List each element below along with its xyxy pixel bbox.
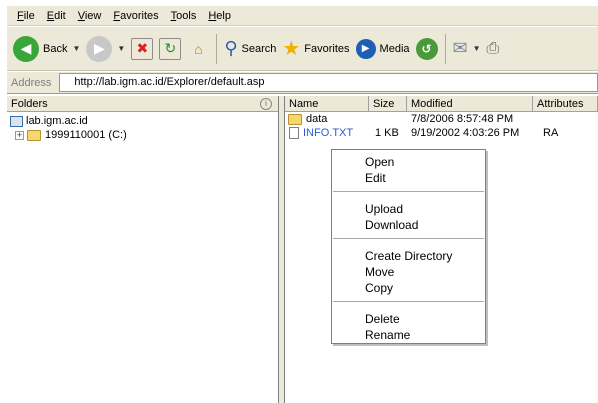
favorites-button[interactable]: ★ Favorites xyxy=(279,31,352,67)
refresh-icon: ↻ xyxy=(159,37,182,60)
search-label: Search xyxy=(241,42,277,55)
print-button[interactable]: ⎙ xyxy=(484,31,503,67)
file-modified: 7/8/2006 8:57:48 PM xyxy=(411,113,514,125)
folders-close-icon[interactable]: i xyxy=(260,97,272,110)
file-modified: 9/19/2002 4:03:26 PM xyxy=(411,127,520,139)
favorites-label: Favorites xyxy=(304,42,350,55)
folders-pane: Folders i lab.igm.ac.id + 1999110001 (C:… xyxy=(7,96,279,403)
menu-favorites[interactable]: Favorites xyxy=(107,10,164,22)
file-row-info-txt[interactable]: INFO.TXT 1 KB 9/19/2002 4:03:26 PM RA xyxy=(285,126,598,140)
media-button[interactable]: ▶ Media xyxy=(353,31,413,67)
stop-button[interactable]: ✖ xyxy=(128,31,156,67)
forward-arrow-icon: ▶ xyxy=(86,35,113,62)
mail-button[interactable]: ✉ ▼ xyxy=(450,31,484,67)
menu-item-open[interactable]: Open xyxy=(332,154,485,170)
menu-item-copy[interactable]: Copy xyxy=(332,280,485,296)
menu-item-delete[interactable]: Delete xyxy=(332,311,485,327)
mail-icon: ✉ xyxy=(452,38,468,58)
home-button[interactable]: ⌂ xyxy=(184,31,212,67)
folders-title: Folders xyxy=(11,97,48,110)
text-file-icon xyxy=(289,127,299,139)
explorer-window: File Edit View Favorites Tools Help ◀ Ba… xyxy=(7,6,598,403)
tree-root[interactable]: lab.igm.ac.id xyxy=(10,114,278,128)
menu-item-download[interactable]: Download xyxy=(332,217,485,233)
toolbar-separator xyxy=(444,33,446,64)
file-name: data xyxy=(306,113,328,125)
back-label: Back xyxy=(43,42,68,55)
folder-icon xyxy=(27,129,41,141)
file-row-data[interactable]: data 7/8/2006 8:57:48 PM xyxy=(285,112,598,126)
forward-button[interactable]: ▶ ▼ xyxy=(83,31,128,67)
back-button[interactable]: ◀ Back ▼ xyxy=(10,31,83,67)
back-dropdown-icon[interactable]: ▼ xyxy=(72,44,80,53)
media-icon: ▶ xyxy=(355,38,376,59)
expand-icon[interactable]: + xyxy=(15,130,24,140)
menu-item-create-directory[interactable]: Create Directory xyxy=(332,248,485,264)
address-input[interactable]: http://lab.igm.ac.id/Explorer/default.as… xyxy=(59,73,598,92)
folders-header: Folders i xyxy=(7,96,278,112)
menu-bar: File Edit View Favorites Tools Help xyxy=(7,6,598,26)
column-attributes[interactable]: Attributes xyxy=(533,96,598,112)
menu-item-edit[interactable]: Edit xyxy=(332,170,485,186)
search-button[interactable]: ⚲ Search xyxy=(221,31,279,67)
file-attributes: RA xyxy=(543,127,559,139)
menu-view[interactable]: View xyxy=(72,10,108,22)
file-name: INFO.TXT xyxy=(303,127,354,139)
column-name[interactable]: Name xyxy=(285,96,369,112)
mail-dropdown-icon[interactable]: ▼ xyxy=(473,44,481,53)
menu-separator xyxy=(333,301,484,302)
address-label: Address xyxy=(11,76,52,89)
toolbar: ◀ Back ▼ ▶ ▼ ✖ ↻ ⌂ ⚲ Search ★ Favorites … xyxy=(7,27,598,71)
search-icon: ⚲ xyxy=(224,38,238,58)
home-icon: ⌂ xyxy=(194,40,203,57)
forward-dropdown-icon[interactable]: ▼ xyxy=(117,44,125,53)
tree-root-label: lab.igm.ac.id xyxy=(26,114,88,127)
refresh-button[interactable]: ↻ xyxy=(156,31,184,67)
print-icon: ⎙ xyxy=(486,39,500,57)
column-size[interactable]: Size xyxy=(369,96,407,112)
media-label: Media xyxy=(379,42,410,55)
folder-icon xyxy=(288,113,302,125)
column-headers: Name Size Modified Attributes xyxy=(285,96,598,112)
menu-tools[interactable]: Tools xyxy=(165,10,203,22)
column-modified[interactable]: Modified xyxy=(407,96,533,112)
back-arrow-icon: ◀ xyxy=(13,35,39,62)
file-size: 1 KB xyxy=(375,127,399,139)
file-name-cell: INFO.TXT xyxy=(285,127,369,139)
menu-help[interactable]: Help xyxy=(202,10,237,22)
file-name-cell: data xyxy=(285,113,369,125)
menu-file[interactable]: File xyxy=(11,10,41,22)
stop-icon: ✖ xyxy=(131,37,154,60)
menu-item-rename[interactable]: Rename xyxy=(332,327,485,343)
history-icon: ↺ xyxy=(415,37,438,60)
computer-icon xyxy=(10,115,23,127)
menu-separator xyxy=(333,238,484,239)
folder-tree: lab.igm.ac.id + 1999110001 (C:) xyxy=(7,112,278,142)
toolbar-separator xyxy=(216,33,218,64)
history-button[interactable]: ↺ xyxy=(413,31,441,67)
context-menu: Open Edit Upload Download Create Directo… xyxy=(331,149,486,344)
tree-drive-label: 1999110001 (C:) xyxy=(45,128,127,141)
tree-drive[interactable]: + 1999110001 (C:) xyxy=(10,128,278,142)
menu-item-move[interactable]: Move xyxy=(332,264,485,280)
favorites-star-icon: ★ xyxy=(282,38,301,60)
menu-separator xyxy=(333,191,484,192)
menu-item-upload[interactable]: Upload xyxy=(332,201,485,217)
address-bar: Address http://lab.igm.ac.id/Explorer/de… xyxy=(7,72,598,94)
menu-edit[interactable]: Edit xyxy=(41,10,72,22)
